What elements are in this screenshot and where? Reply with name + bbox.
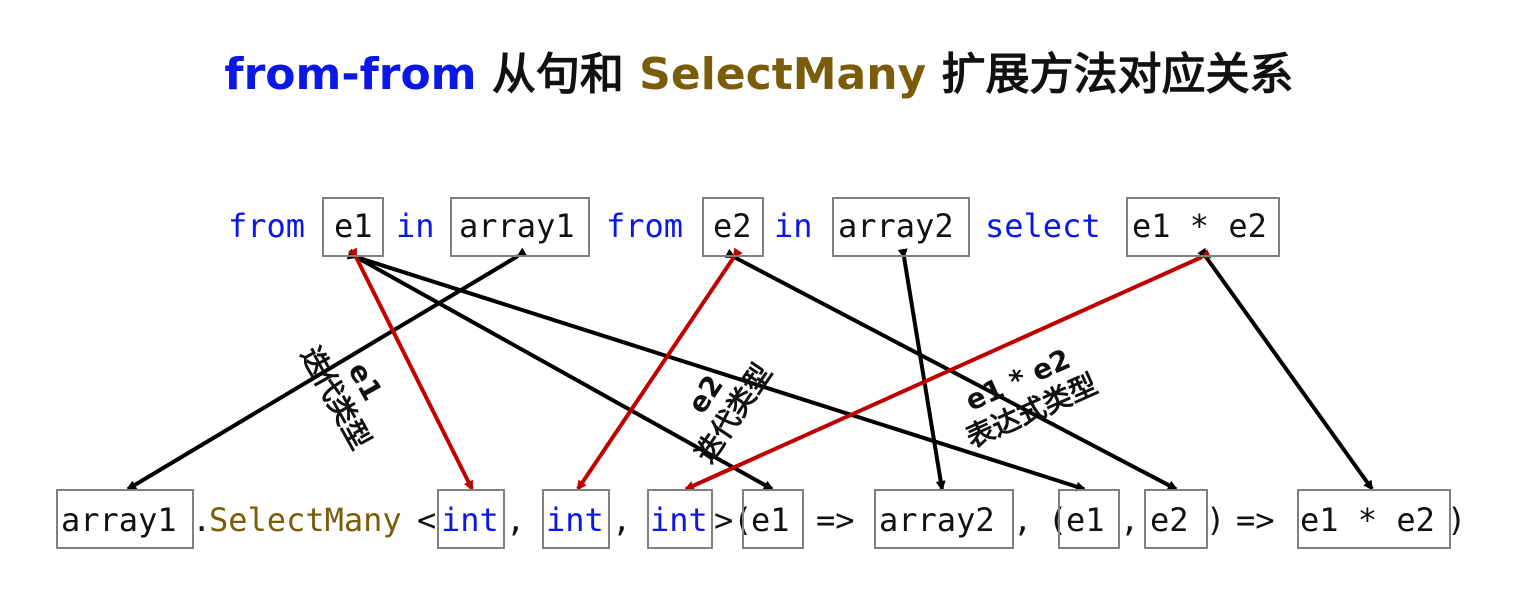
- query-array2: array2: [838, 207, 954, 245]
- keyword-in-2: in: [774, 207, 813, 245]
- method-comma-3: ,: [1013, 501, 1033, 539]
- type-int-3: int: [650, 501, 708, 539]
- method-array2: array2: [879, 501, 995, 539]
- arrow-array2: [897, 248, 946, 491]
- keyword-from-1: from: [228, 207, 306, 245]
- method-end-paren: ): [1447, 501, 1467, 539]
- lambda2-arrow: =>: [1236, 501, 1275, 539]
- method-close-paren: ): [1206, 501, 1226, 539]
- query-array1: array1: [459, 207, 575, 245]
- arrow-expr: [1197, 247, 1374, 491]
- type-int-1: int: [441, 501, 499, 539]
- method-comma-2: ,: [612, 501, 632, 539]
- keyword-in-1: in: [396, 207, 435, 245]
- method-expr: e1 * e2: [1300, 501, 1435, 539]
- query-expr: e1 * e2: [1132, 207, 1267, 245]
- method-comma-4: ,: [1120, 501, 1140, 539]
- lambda1-e1: e1: [751, 501, 790, 539]
- keyword-from-2: from: [606, 207, 684, 245]
- lambda2-e2: e2: [1150, 501, 1189, 539]
- lambda2-e1: e1: [1066, 501, 1105, 539]
- query-e1: e1: [334, 207, 373, 245]
- method-lt: <: [417, 501, 437, 539]
- keyword-select: select: [985, 207, 1101, 245]
- type-int-2: int: [546, 501, 604, 539]
- method-array1: array1: [61, 501, 177, 539]
- lambda1-arrow: =>: [816, 501, 855, 539]
- query-e2: e2: [713, 207, 752, 245]
- method-selectmany: SelectMany: [209, 501, 402, 539]
- method-comma-1: ,: [506, 501, 526, 539]
